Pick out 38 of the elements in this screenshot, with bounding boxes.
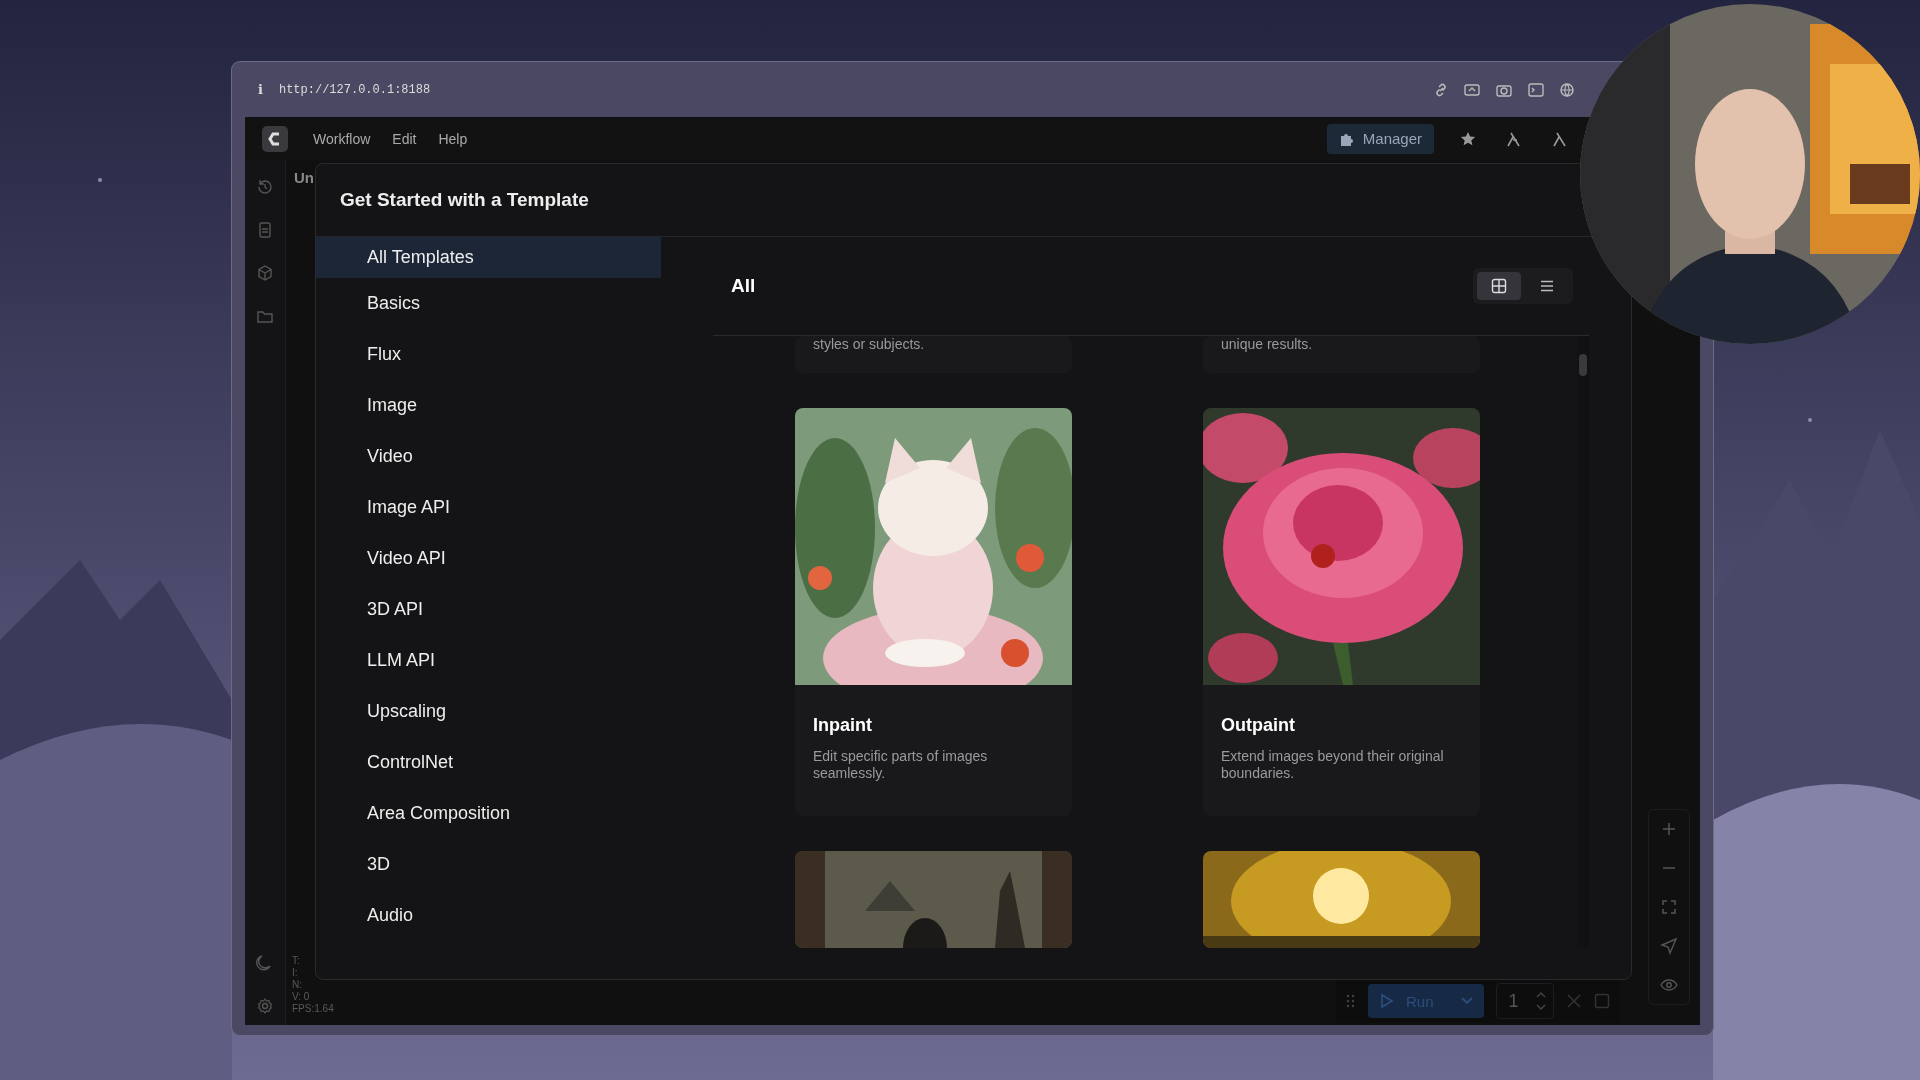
category-item[interactable]: Image — [316, 380, 661, 431]
category-item[interactable]: Audio — [316, 890, 661, 941]
dialog-title: Get Started with a Template — [340, 189, 589, 211]
category-item[interactable]: ControlNet — [316, 737, 661, 788]
category-item[interactable]: Flux — [316, 329, 661, 380]
category-item[interactable]: Upscaling — [316, 686, 661, 737]
section-heading: All — [731, 275, 756, 297]
stat-text: V: 0 — [292, 991, 311, 1003]
template-card[interactable]: styles or subjects. — [795, 336, 1072, 373]
category-item[interactable]: Basics — [316, 278, 661, 329]
category-item[interactable]: 3D — [316, 839, 661, 890]
manager-button[interactable]: Manager — [1326, 123, 1434, 154]
card-title: Outpaint — [1221, 715, 1296, 736]
menu-item[interactable]: Workflow — [305, 126, 379, 151]
stat-text: FPS:1.64 — [292, 1003, 334, 1015]
card-description: unique results. — [1221, 336, 1314, 353]
stat-text: N: — [292, 979, 303, 991]
info-icon[interactable]: i — [258, 82, 263, 97]
category-item[interactable]: 3D API — [316, 584, 661, 635]
template-card[interactable]: Outpaint Extend images beyond their original boundaries. — [1203, 408, 1480, 816]
card-description: Extend images beyond their original boundaries. — [1221, 748, 1445, 782]
template-card[interactable]: unique results. — [1203, 336, 1480, 373]
category-item[interactable]: Video API — [316, 533, 661, 584]
template-card[interactable]: Inpaint Edit specific parts of images seamlessly. — [795, 408, 1072, 816]
category-item[interactable]: Area Composition — [316, 788, 661, 839]
category-item[interactable]: LLM API — [316, 635, 661, 686]
category-item[interactable]: Image API — [316, 482, 661, 533]
category-item[interactable]: Video — [316, 431, 661, 482]
card-description: styles or subjects. — [813, 336, 926, 353]
url-text[interactable]: http://127.0.0.1:8188 — [278, 82, 431, 97]
menu-item[interactable]: Help — [430, 126, 476, 151]
workflow-tab[interactable]: Un — [294, 168, 314, 186]
card-description: Edit specific parts of images seamlessly. — [813, 748, 989, 782]
stat-text: T: — [292, 955, 301, 967]
category-item[interactable]: All Templates — [316, 237, 661, 278]
stat-text: I: — [292, 967, 299, 979]
menu-item[interactable]: Edit — [384, 126, 425, 151]
card-title: Inpaint — [813, 715, 873, 736]
